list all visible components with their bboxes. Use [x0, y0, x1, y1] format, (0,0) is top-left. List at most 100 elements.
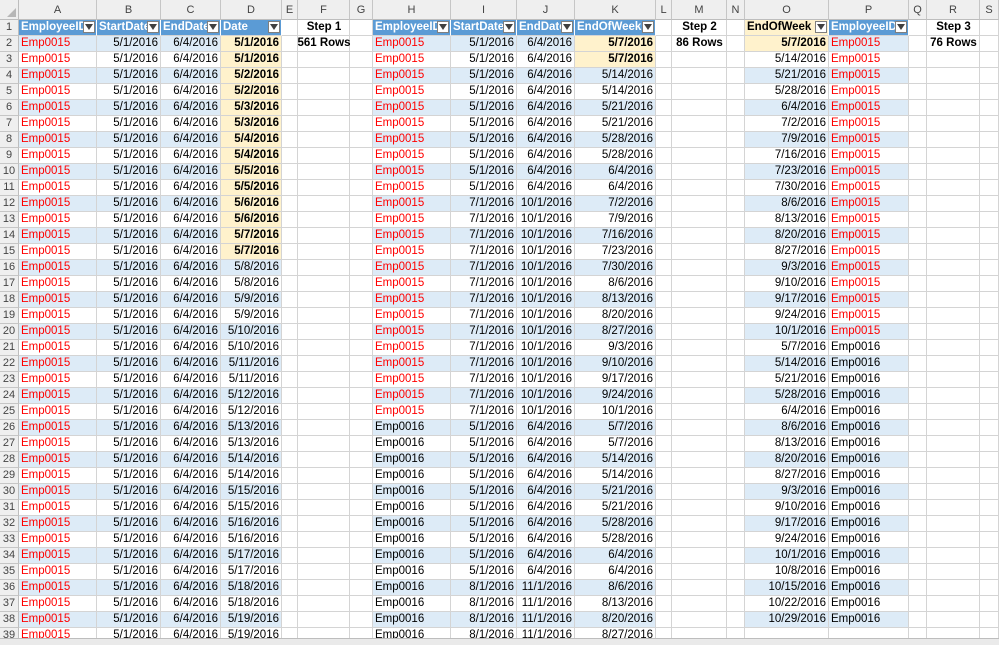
grid-cell[interactable]: [909, 340, 927, 356]
grid-cell[interactable]: [727, 164, 745, 180]
grid-cell[interactable]: [927, 596, 980, 612]
grid-cell[interactable]: [980, 244, 999, 260]
grid-cell[interactable]: [656, 324, 672, 340]
grid-cell[interactable]: [656, 276, 672, 292]
grid-cell[interactable]: [350, 212, 373, 228]
table2-cell[interactable]: 5/1/2016: [451, 548, 517, 564]
table1-cell[interactable]: 5/1/2016: [97, 532, 161, 548]
table3-cell[interactable]: Emp0015: [829, 100, 909, 116]
table1-cell[interactable]: 5/1/2016: [97, 244, 161, 260]
table2-cell[interactable]: 8/13/2016: [575, 596, 656, 612]
table2-cell[interactable]: 5/1/2016: [451, 84, 517, 100]
grid-cell[interactable]: [727, 532, 745, 548]
table1-cell[interactable]: Emp0015: [19, 36, 97, 52]
table2-cell[interactable]: 5/1/2016: [451, 148, 517, 164]
grid-cell[interactable]: [282, 596, 298, 612]
grid-cell[interactable]: [909, 196, 927, 212]
column-header[interactable]: Q: [909, 0, 927, 20]
table1-cell[interactable]: 5/9/2016: [221, 308, 282, 324]
grid-cell[interactable]: [927, 260, 980, 276]
column-header[interactable]: J: [517, 0, 575, 20]
table2-cell[interactable]: Emp0015: [373, 52, 451, 68]
table2-cell[interactable]: Emp0015: [373, 212, 451, 228]
table1-cell[interactable]: Emp0015: [19, 132, 97, 148]
table1-cell[interactable]: 5/1/2016: [97, 580, 161, 596]
grid-cell[interactable]: [909, 500, 927, 516]
grid-cell[interactable]: [282, 308, 298, 324]
grid-cell[interactable]: [672, 404, 727, 420]
grid-cell[interactable]: [282, 420, 298, 436]
grid-cell[interactable]: [656, 100, 672, 116]
table3-cell[interactable]: 9/24/2016: [745, 532, 829, 548]
table2-cell[interactable]: 6/4/2016: [517, 180, 575, 196]
table2-cell[interactable]: Emp0015: [373, 372, 451, 388]
row-header[interactable]: 1: [0, 20, 19, 36]
grid-cell[interactable]: [350, 420, 373, 436]
grid-cell[interactable]: [727, 500, 745, 516]
column-header[interactable]: M: [672, 0, 727, 20]
table2-cell[interactable]: 5/21/2016: [575, 500, 656, 516]
grid-cell[interactable]: [909, 564, 927, 580]
grid-cell[interactable]: [656, 148, 672, 164]
grid-cell[interactable]: [672, 244, 727, 260]
grid-cell[interactable]: [656, 356, 672, 372]
row-header[interactable]: 26: [0, 420, 19, 436]
table1-cell[interactable]: 5/8/2016: [221, 276, 282, 292]
grid-cell[interactable]: [298, 292, 350, 308]
table1-cell[interactable]: 6/4/2016: [161, 452, 221, 468]
row-header[interactable]: 30: [0, 484, 19, 500]
grid-cell[interactable]: [350, 468, 373, 484]
table2-cell[interactable]: 5/7/2016: [575, 52, 656, 68]
grid-cell[interactable]: [927, 612, 980, 628]
table1-cell[interactable]: Emp0015: [19, 596, 97, 612]
table2-cell[interactable]: 5/1/2016: [451, 516, 517, 532]
table2-cell[interactable]: 9/17/2016: [575, 372, 656, 388]
grid-cell[interactable]: [350, 148, 373, 164]
row-header[interactable]: 4: [0, 68, 19, 84]
table2-cell[interactable]: 9/10/2016: [575, 356, 656, 372]
table2-cell[interactable]: 5/7/2016: [575, 436, 656, 452]
grid-cell[interactable]: [980, 388, 999, 404]
grid-cell[interactable]: [282, 100, 298, 116]
grid-cell[interactable]: [298, 100, 350, 116]
table1-cell[interactable]: 5/1/2016: [97, 372, 161, 388]
table1-cell[interactable]: 5/1/2016: [97, 36, 161, 52]
grid-cell[interactable]: [282, 564, 298, 580]
table1-cell[interactable]: 5/1/2016: [97, 164, 161, 180]
grid-cell[interactable]: [927, 340, 980, 356]
table2-cell[interactable]: 5/7/2016: [575, 36, 656, 52]
table1-cell[interactable]: 5/13/2016: [221, 420, 282, 436]
grid-cell[interactable]: [727, 308, 745, 324]
table2-cell[interactable]: 10/1/2016: [575, 404, 656, 420]
table3-cell[interactable]: 10/8/2016: [745, 564, 829, 580]
table3-cell[interactable]: 8/20/2016: [745, 228, 829, 244]
grid-cell[interactable]: [350, 580, 373, 596]
table1-cell[interactable]: 5/4/2016: [221, 148, 282, 164]
select-all-corner[interactable]: [0, 0, 19, 20]
table2-cell[interactable]: 7/30/2016: [575, 260, 656, 276]
grid-cell[interactable]: [282, 484, 298, 500]
table1-cell[interactable]: 6/4/2016: [161, 372, 221, 388]
table2-cell[interactable]: Emp0015: [373, 356, 451, 372]
grid-cell[interactable]: [282, 244, 298, 260]
grid-cell[interactable]: [672, 516, 727, 532]
table1-cell[interactable]: 5/14/2016: [221, 452, 282, 468]
table3-cell[interactable]: 9/24/2016: [745, 308, 829, 324]
grid-cell[interactable]: [656, 388, 672, 404]
table1-cell[interactable]: 6/4/2016: [161, 84, 221, 100]
grid-cell[interactable]: [656, 228, 672, 244]
column-header[interactable]: B: [97, 0, 161, 20]
table1-header[interactable]: EndDate: [161, 20, 221, 36]
table2-cell[interactable]: Emp0015: [373, 324, 451, 340]
table1-cell[interactable]: Emp0015: [19, 100, 97, 116]
grid-cell[interactable]: [727, 292, 745, 308]
grid-cell[interactable]: [727, 212, 745, 228]
grid-cell[interactable]: [727, 612, 745, 628]
row-header[interactable]: 24: [0, 388, 19, 404]
grid-cell[interactable]: [282, 452, 298, 468]
grid-cell[interactable]: [350, 564, 373, 580]
grid-cell[interactable]: [350, 612, 373, 628]
grid-cell[interactable]: [909, 52, 927, 68]
grid-cell[interactable]: [909, 132, 927, 148]
table2-cell[interactable]: 7/1/2016: [451, 228, 517, 244]
